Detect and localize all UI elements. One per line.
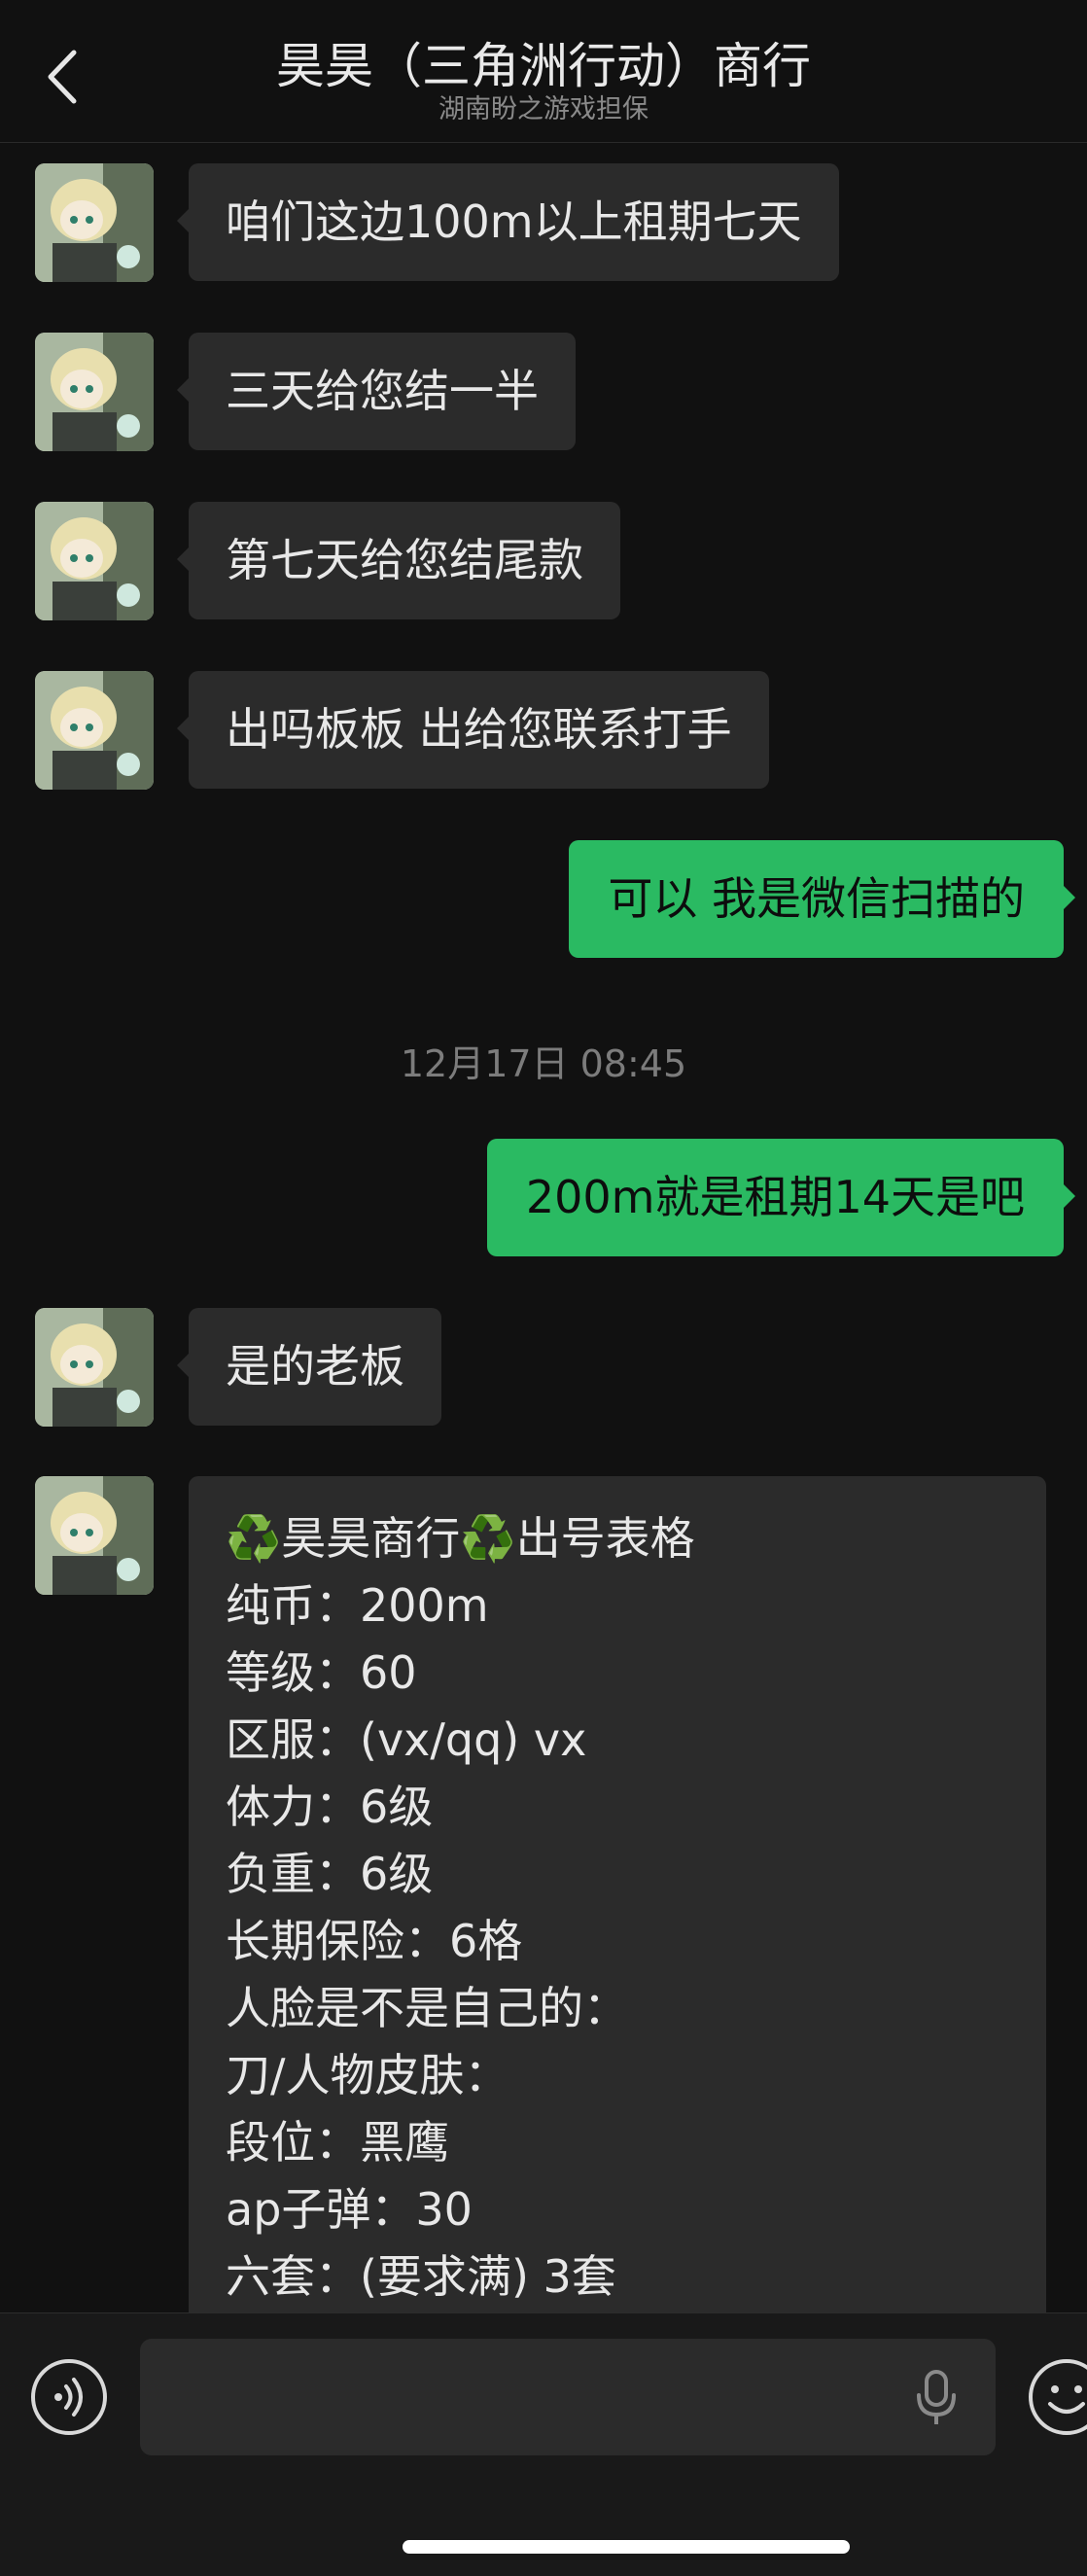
form-line: 纯币：200m	[226, 1579, 489, 1632]
incoming-message[interactable]: 出吗板板 出给您联系打手	[177, 671, 769, 789]
incoming-message[interactable]: 三天给您结一半	[177, 333, 576, 450]
anime-avatar	[35, 1476, 154, 1595]
recycle-icon: ♻️	[226, 1512, 282, 1565]
form-line: 等级：60	[226, 1646, 417, 1699]
contact-avatar[interactable]	[35, 671, 154, 790]
chat-header: 昊昊（三角洲行动）商行 湖南盼之游戏担保	[0, 0, 1087, 143]
contact-avatar[interactable]	[35, 502, 154, 620]
contact-avatar[interactable]	[35, 1308, 154, 1427]
message-text: 三天给您结一半	[226, 365, 539, 417]
message-text: 是的老板	[226, 1340, 404, 1393]
form-line: 长期保险：6格	[226, 1915, 523, 1967]
form-line: 段位：黑鹰	[226, 2116, 449, 2169]
contact-avatar[interactable]	[35, 333, 154, 451]
input-bar	[0, 2312, 1087, 2576]
form-line: ap子弹：30	[226, 2183, 473, 2236]
anime-avatar	[35, 502, 154, 620]
contact-avatar[interactable]	[35, 1476, 154, 1595]
form-line: 刀/人物皮肤：	[226, 2049, 509, 2101]
recycle-icon: ♻️	[460, 1512, 516, 1565]
form-line: 六套：(要求满) 3套	[226, 2250, 616, 2303]
anime-avatar	[35, 163, 154, 282]
form-line: 体力：6级	[226, 1781, 434, 1833]
home-indicator[interactable]	[403, 2540, 850, 2554]
outgoing-message[interactable]: 可以 我是微信扫描的	[569, 840, 1075, 958]
anime-avatar	[35, 671, 154, 790]
message-text: 第七天给您结尾款	[226, 534, 583, 586]
emoji-button[interactable]	[1027, 2357, 1087, 2437]
contact-avatar[interactable]	[35, 163, 154, 282]
timestamp: 12月17日 08:45	[400, 1042, 687, 1085]
microphone-button[interactable]	[912, 2368, 961, 2428]
message-text: 可以 我是微信扫描的	[608, 872, 1025, 925]
incoming-message[interactable]: 咱们这边100m以上租期七天	[177, 163, 839, 281]
anime-avatar	[35, 333, 154, 451]
message-text: 咱们这边100m以上租期七天	[226, 195, 802, 248]
form-line: 负重：6级	[226, 1848, 434, 1900]
anime-avatar	[35, 1308, 154, 1427]
microphone-icon	[917, 2370, 956, 2424]
chat-subtitle: 湖南盼之游戏担保	[438, 94, 649, 124]
form-message[interactable]: ♻️昊昊商行♻️出号表格 纯币：200m 等级：60 区服：(vx/qq) vx…	[189, 1476, 1046, 2332]
voice-icon	[31, 2359, 107, 2435]
message-text: 200m就是租期14天是吧	[525, 1171, 1025, 1223]
message-text: 出吗板板 出给您联系打手	[226, 703, 732, 756]
form-line: 人脸是不是自己的：	[226, 1982, 628, 2034]
incoming-message[interactable]: 是的老板	[177, 1308, 441, 1426]
outgoing-message[interactable]: 200m就是租期14天是吧	[486, 1139, 1076, 1256]
input-overlay	[140, 2339, 996, 2455]
emoji-icon	[1029, 2359, 1087, 2435]
form-title: ♻️昊昊商行♻️出号表格	[226, 1512, 695, 1565]
incoming-message[interactable]: 第七天给您结尾款	[177, 502, 620, 619]
voice-button[interactable]	[29, 2357, 109, 2437]
form-line: 区服：(vx/qq) vx	[226, 1713, 587, 1766]
